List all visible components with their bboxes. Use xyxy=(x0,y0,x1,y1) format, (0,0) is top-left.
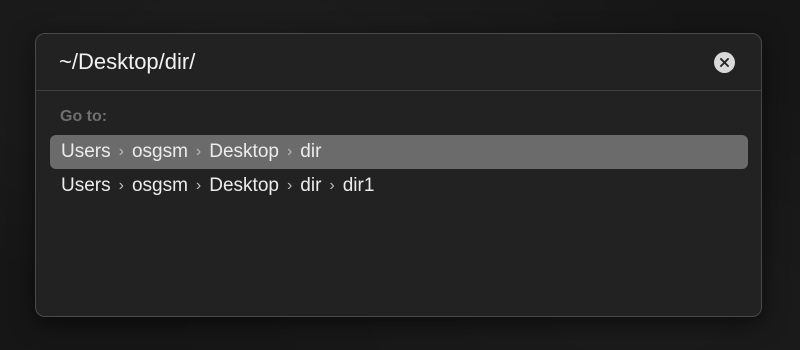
path-segment: Users xyxy=(61,175,111,196)
suggestion-item[interactable]: Users › osgsm › Desktop › dir › dir1 xyxy=(50,169,748,203)
chevron-right-icon: › xyxy=(286,143,293,160)
go-to-label: Go to: xyxy=(60,108,108,125)
path-row xyxy=(36,34,761,90)
path-segment: Desktop xyxy=(209,141,279,162)
path-segment: Desktop xyxy=(209,175,279,196)
chevron-right-icon: › xyxy=(118,177,124,194)
clear-button[interactable] xyxy=(714,52,735,73)
chevron-right-icon: › xyxy=(286,177,293,194)
path-segment: osgsm xyxy=(131,141,188,162)
chevron-right-icon: › xyxy=(195,143,202,160)
xmark-circle-icon xyxy=(720,58,729,67)
suggestion-item[interactable]: Users › osgsm › Desktop › dir xyxy=(50,135,748,169)
chevron-right-icon: › xyxy=(329,177,335,194)
divider xyxy=(36,90,761,91)
path-segment: dir xyxy=(300,175,322,196)
chevron-right-icon: › xyxy=(118,143,124,160)
path-segment: dir xyxy=(300,141,322,162)
chevron-right-icon: › xyxy=(195,177,202,194)
go-to-folder-dialog: Go to: Users › osgsm › Desktop › dir Use… xyxy=(35,33,762,317)
path-segment: Users xyxy=(61,141,111,162)
path-input[interactable] xyxy=(59,46,699,78)
path-segment: dir1 xyxy=(342,175,375,196)
suggestion-list: Users › osgsm › Desktop › dir Users › os… xyxy=(50,135,748,203)
path-segment: osgsm xyxy=(131,175,188,196)
